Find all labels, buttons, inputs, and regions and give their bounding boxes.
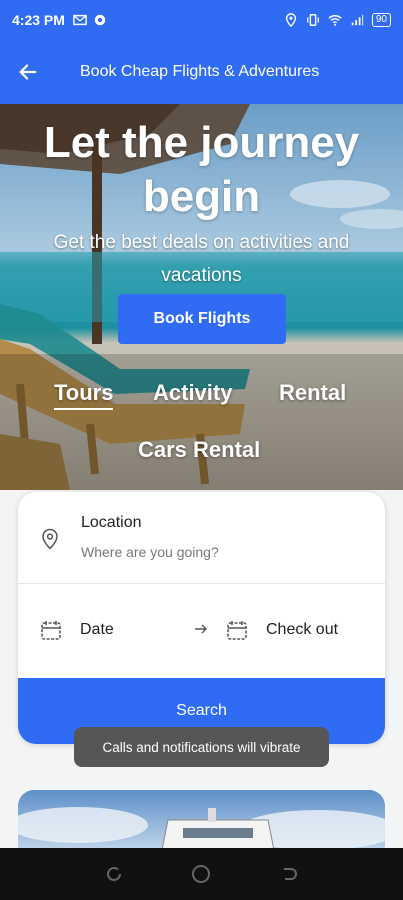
date-label: Date (80, 621, 114, 638)
checkout-field[interactable]: Check out (226, 584, 338, 676)
home-circle-icon (192, 865, 211, 883)
recents-button[interactable] (102, 862, 126, 886)
date-range: Date Check out (18, 584, 385, 676)
system-navigation-bar (0, 848, 403, 900)
tab-cars-rental[interactable]: Cars Rental (138, 437, 260, 463)
calendar-check-icon (227, 621, 247, 640)
arrow-right-icon (195, 624, 207, 634)
search-card: Location Where are you going? Date Check… (18, 492, 385, 744)
location-placeholder: Where are you going? (81, 544, 219, 560)
signal-icon (351, 14, 363, 26)
wifi-icon (328, 15, 342, 26)
status-time: 4:23 PM (12, 12, 65, 28)
checkout-label: Check out (266, 621, 339, 638)
app-bar: Book Cheap Flights & Adventures (0, 40, 403, 104)
recents-icon (106, 866, 121, 881)
toast-notification: Calls and notifications will vibrate (74, 727, 329, 767)
date-field[interactable]: Date (40, 584, 114, 676)
home-button[interactable] (189, 862, 213, 886)
app-notification-icon (94, 14, 106, 26)
battery-indicator: 90 (371, 13, 391, 27)
location-icon (285, 13, 296, 27)
arrow-left-icon (19, 64, 37, 80)
map-pin-icon (42, 528, 58, 550)
hero-subtitle: Get the best deals on activities and vac… (53, 232, 350, 286)
calendar-icon (41, 621, 61, 640)
book-flights-button[interactable]: Book Flights (118, 294, 286, 344)
location-label: Location (81, 514, 142, 531)
tab-activity[interactable]: Activity (153, 380, 232, 406)
back-nav-button[interactable] (277, 862, 301, 886)
page-title: Book Cheap Flights & Adventures (80, 63, 320, 80)
hero-banner: Let the journey begin Get the best deals… (0, 104, 403, 490)
hero-headline: Let the journey begin (43, 118, 360, 221)
location-field[interactable]: Location Where are you going? (18, 492, 385, 584)
gmail-icon (73, 14, 87, 26)
back-button[interactable] (0, 40, 56, 104)
back-nav-icon (284, 868, 298, 880)
tab-tours[interactable]: Tours (54, 380, 114, 410)
status-bar: 4:23 PM 90 (0, 0, 403, 40)
vibrate-icon (307, 14, 319, 26)
tab-rental[interactable]: Rental (279, 380, 346, 406)
